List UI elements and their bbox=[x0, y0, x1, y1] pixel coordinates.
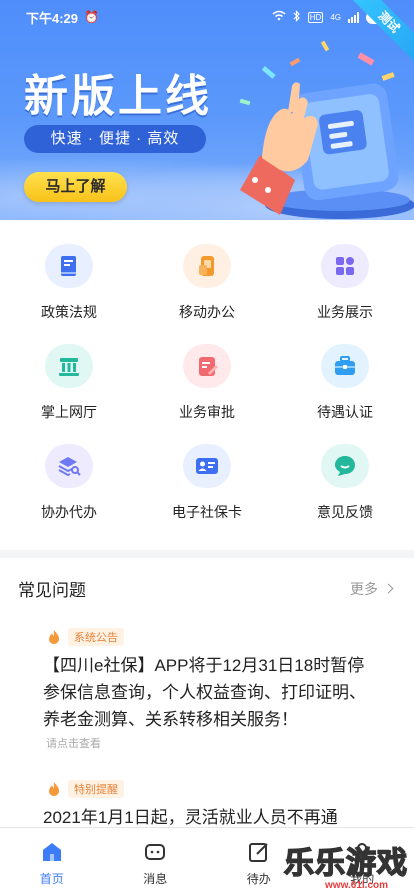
site-watermark: 乐乐游戏 bbox=[283, 845, 408, 882]
service-label: 协办代办 bbox=[41, 504, 97, 520]
service-online-hall[interactable]: 掌上网厅 bbox=[0, 344, 138, 422]
faq-title: 常见问题 bbox=[18, 581, 86, 600]
tab-label: 待办 bbox=[246, 872, 271, 886]
signal-icon bbox=[347, 11, 359, 23]
banner-headline: 新版上线 bbox=[24, 71, 212, 122]
status-bar: 下午4:29 ⏰ HD 4G 48 bbox=[0, 0, 414, 34]
site-watermark-url: www.61l.com bbox=[325, 880, 388, 891]
message-icon bbox=[145, 844, 166, 860]
tag-label: 特别提醒 bbox=[68, 780, 124, 798]
tab-label: 首页 bbox=[39, 872, 64, 886]
wifi-icon bbox=[272, 10, 286, 24]
service-assist-proxy[interactable]: 协办代办 bbox=[0, 444, 138, 522]
network-type: 4G bbox=[330, 12, 341, 22]
service-label: 移动办公 bbox=[179, 304, 235, 320]
service-label: 意见反馈 bbox=[317, 504, 373, 520]
hd-icon: HD bbox=[307, 11, 324, 23]
service-label: 业务展示 bbox=[317, 304, 373, 320]
notice-tag: 特别提醒 bbox=[46, 780, 390, 798]
tab-home[interactable]: 首页 bbox=[0, 828, 104, 896]
service-approval[interactable]: 业务审批 bbox=[138, 344, 276, 422]
service-label: 电子社保卡 bbox=[172, 504, 242, 520]
alarm-icon: ⏰ bbox=[84, 10, 99, 24]
flame-icon bbox=[49, 782, 59, 796]
building-icon bbox=[45, 344, 93, 388]
more-link[interactable]: 更多 bbox=[350, 579, 394, 599]
service-e-card[interactable]: 电子社保卡 bbox=[138, 444, 276, 522]
service-policy[interactable]: 政策法规 bbox=[0, 244, 138, 322]
service-feedback[interactable]: 意见反馈 bbox=[276, 444, 414, 522]
service-label: 政策法规 bbox=[41, 304, 97, 320]
banner-subtitle: 快速 · 便捷 · 高效 bbox=[24, 125, 206, 153]
service-grid-card: 政策法规 移动办公 业务展示 掌上网厅 业务审批 待遇认证 协办代办 电子社保卡… bbox=[0, 220, 414, 550]
service-benefit-certification[interactable]: 待遇认证 bbox=[276, 344, 414, 422]
chat-bubble-icon bbox=[321, 444, 369, 488]
approval-icon bbox=[183, 344, 231, 388]
faq-item[interactable]: 系统公告 【四川e社保】APP将于12月31日18时暂停参保信息查询，个人权益查… bbox=[43, 628, 390, 751]
service-grid: 政策法规 移动办公 业务展示 掌上网厅 业务审批 待遇认证 协办代办 电子社保卡… bbox=[0, 244, 414, 522]
service-business-display[interactable]: 业务展示 bbox=[276, 244, 414, 322]
phone-hand-illustration bbox=[239, 40, 414, 219]
layers-search-icon bbox=[45, 444, 93, 488]
status-time: 下午4:29 bbox=[26, 10, 79, 26]
briefcase-icon bbox=[321, 344, 369, 388]
bluetooth-icon bbox=[293, 9, 301, 25]
faq-header: 常见问题 更多 bbox=[18, 576, 394, 601]
faq-item[interactable]: 特别提醒 2021年1月1日起，灵活就业人员不再通 bbox=[43, 780, 390, 831]
faq-item-hint: 请点击查看 bbox=[46, 738, 101, 750]
faq-item-text: 【四川e社保】APP将于12月31日18时暂停参保信息查询，个人权益查询、打印证… bbox=[43, 656, 366, 729]
apps-grid-icon bbox=[321, 244, 369, 288]
learn-more-button[interactable]: 马上了解 bbox=[24, 172, 127, 202]
tab-messages[interactable]: 消息 bbox=[104, 828, 208, 896]
service-label: 待遇认证 bbox=[317, 404, 373, 420]
id-card-icon bbox=[183, 444, 231, 488]
service-label: 掌上网厅 bbox=[41, 404, 97, 420]
faq-section: 常见问题 更多 系统公告 【四川e社保】APP将于12月31日18时暂停参保信息… bbox=[0, 558, 414, 828]
tag-label: 系统公告 bbox=[68, 628, 124, 646]
book-icon bbox=[45, 244, 93, 288]
home-icon bbox=[42, 843, 61, 861]
mobile-office-icon bbox=[183, 244, 231, 288]
tab-label: 消息 bbox=[143, 872, 168, 886]
flame-icon bbox=[49, 630, 59, 644]
service-mobile-office[interactable]: 移动办公 bbox=[138, 244, 276, 322]
todo-icon bbox=[248, 843, 268, 862]
promo-banner[interactable]: 下午4:29 ⏰ HD 4G 48 测试 新版上线 快速 · 便捷 · 高效 马… bbox=[0, 0, 414, 220]
service-label: 业务审批 bbox=[179, 404, 235, 420]
notice-tag: 系统公告 bbox=[46, 628, 390, 646]
chevron-right-icon bbox=[383, 583, 394, 594]
more-label: 更多 bbox=[350, 580, 378, 597]
